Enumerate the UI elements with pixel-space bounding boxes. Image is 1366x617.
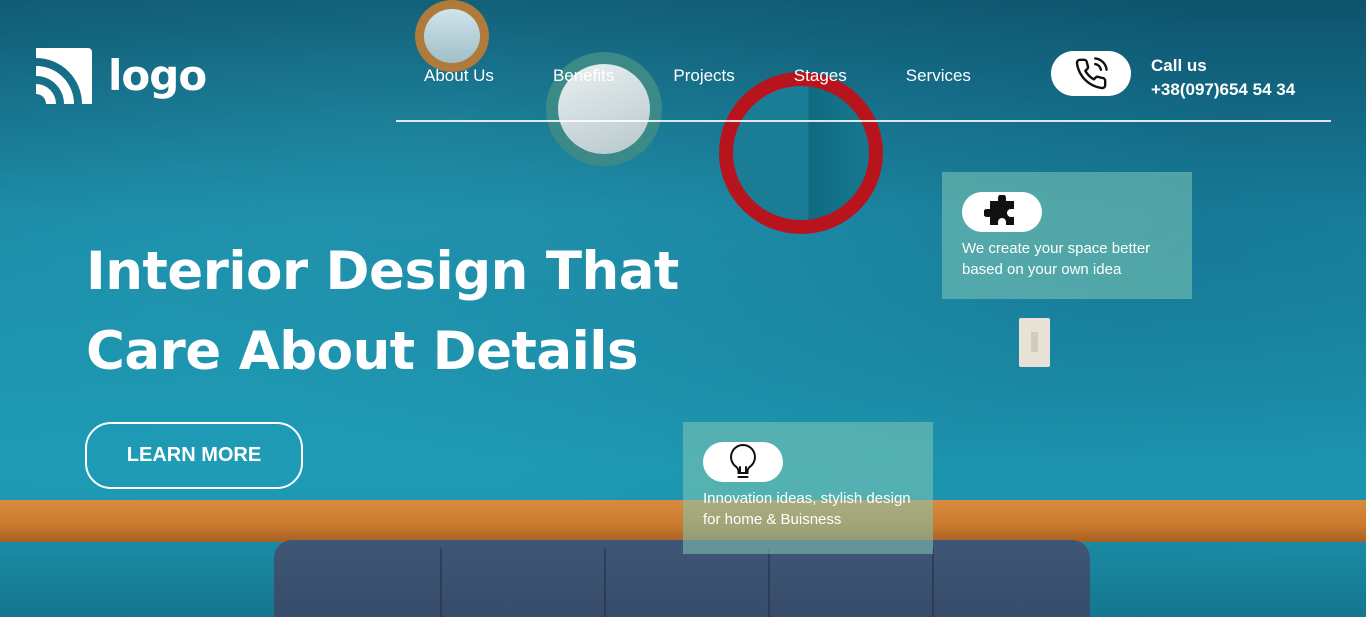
call-button[interactable] <box>1051 51 1131 96</box>
feature-card-text: Innovation ideas, stylish design for hom… <box>703 490 911 528</box>
nav-item-stages[interactable]: Stages <box>794 66 847 86</box>
nav-item-services[interactable]: Services <box>906 66 971 86</box>
call-label: Call us <box>1151 56 1207 75</box>
phone-icon <box>1075 56 1108 89</box>
decor-light-switch <box>1019 318 1050 367</box>
hero-title-line-2: Care About Details <box>86 321 639 382</box>
card-icon-badge <box>703 442 783 482</box>
call-info: Call us +38(097)654 54 34 <box>1151 54 1295 102</box>
feature-card-idea: We create your space better based on you… <box>942 172 1192 299</box>
feature-card-innovation: Innovation ideas, stylish design for hom… <box>683 422 933 554</box>
nav-divider <box>396 120 1331 122</box>
lightbulb-icon <box>730 443 756 478</box>
hero-section: logo About Us Benefits Projects Stages S… <box>0 0 1366 617</box>
puzzle-icon <box>984 195 1014 225</box>
logo-mark-icon <box>36 48 92 104</box>
decor-sofa-seam <box>604 548 606 617</box>
decor-sofa-seam <box>768 548 770 617</box>
learn-more-button[interactable]: LEARN MORE <box>85 422 303 489</box>
nav-item-benefits[interactable]: Benefits <box>553 66 614 86</box>
nav-item-about-us[interactable]: About Us <box>424 66 494 86</box>
main-nav: About Us Benefits Projects Stages Servic… <box>424 66 1030 86</box>
hero-title-line-1: Interior Design That <box>86 241 679 302</box>
decor-sofa-seam <box>932 548 934 617</box>
logo[interactable]: logo <box>34 46 207 106</box>
phone-number[interactable]: +38(097)654 54 34 <box>1151 78 1295 102</box>
feature-card-text: We create your space better based on you… <box>962 240 1151 278</box>
logo-text: logo <box>108 51 207 100</box>
nav-item-projects[interactable]: Projects <box>673 66 734 86</box>
card-icon-badge <box>962 192 1042 232</box>
decor-sofa <box>274 540 1090 617</box>
decor-mirror-small <box>415 0 489 72</box>
decor-mirror-red <box>719 72 883 234</box>
hero-title: Interior Design That Care About Details <box>86 232 726 392</box>
decor-sofa-seam <box>440 548 442 617</box>
